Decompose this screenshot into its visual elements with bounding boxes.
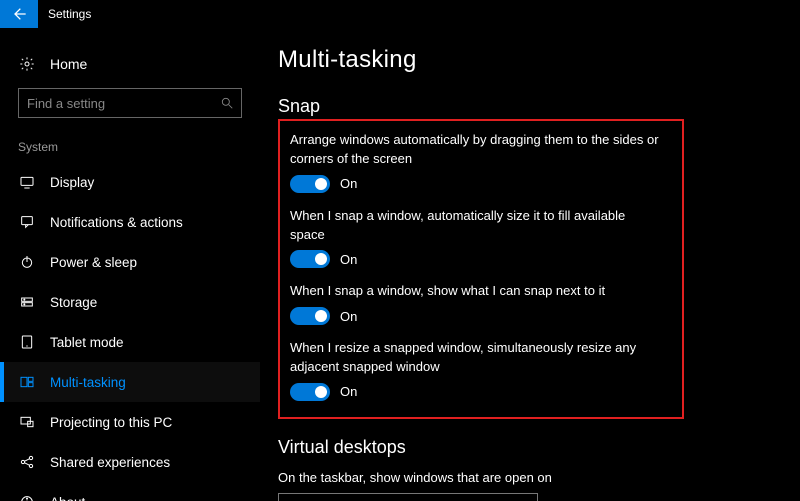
- sidebar-item-label: Power & sleep: [50, 255, 137, 270]
- snap-toggle-0[interactable]: [290, 175, 330, 193]
- sidebar-item-label: About: [50, 495, 85, 501]
- sidebar-item-multitasking[interactable]: Multi-tasking: [0, 362, 260, 402]
- multitasking-icon: [18, 374, 36, 390]
- sidebar-item-tablet[interactable]: Tablet mode: [0, 322, 260, 362]
- window-title: Settings: [38, 7, 91, 21]
- titlebar: Settings: [0, 0, 800, 28]
- toggle-knob: [315, 178, 327, 190]
- sidebar-item-label: Shared experiences: [50, 455, 170, 470]
- snap-option-1: When I snap a window, automatically size…: [290, 207, 668, 269]
- back-button[interactable]: [0, 0, 38, 28]
- snap-option-2: When I snap a window, show what I can sn…: [290, 282, 668, 325]
- virtual-desktops-taskbar-select[interactable]: Only the desktop I'm using: [278, 493, 538, 501]
- virtual-desktops-taskbar-label: On the taskbar, show windows that are op…: [278, 470, 770, 485]
- sidebar-group-label: System: [0, 132, 260, 162]
- snap-option-3: When I resize a snapped window, simultan…: [290, 339, 668, 401]
- nav-home[interactable]: Home: [0, 50, 260, 82]
- sidebar-item-label: Tablet mode: [50, 335, 124, 350]
- snap-toggle-2[interactable]: [290, 307, 330, 325]
- virtual-desktops-section: Virtual desktops On the taskbar, show wi…: [278, 437, 770, 501]
- sidebar-item-projecting[interactable]: Projecting to this PC: [0, 402, 260, 442]
- snap-option-label: When I snap a window, automatically size…: [290, 207, 660, 245]
- sidebar-item-power[interactable]: Power & sleep: [0, 242, 260, 282]
- sidebar-item-label: Projecting to this PC: [50, 415, 172, 430]
- tablet-icon: [18, 334, 36, 350]
- about-icon: [18, 494, 36, 501]
- search-container: [18, 88, 242, 118]
- sidebar-item-notifications[interactable]: Notifications & actions: [0, 202, 260, 242]
- snap-option-label: When I resize a snapped window, simultan…: [290, 339, 660, 377]
- toggle-knob: [315, 386, 327, 398]
- storage-icon: [18, 294, 36, 310]
- projecting-icon: [18, 414, 36, 430]
- gear-icon: [18, 56, 36, 72]
- toggle-knob: [315, 310, 327, 322]
- display-icon: [18, 174, 36, 190]
- virtual-desktops-title: Virtual desktops: [278, 437, 770, 458]
- sidebar-item-label: Display: [50, 175, 94, 190]
- power-icon: [18, 254, 36, 270]
- toggle-state-label: On: [340, 384, 357, 399]
- notifications-icon: [18, 214, 36, 230]
- nav-home-label: Home: [50, 56, 87, 72]
- snap-highlight-box: Arrange windows automatically by draggin…: [278, 119, 684, 419]
- sidebar-item-label: Notifications & actions: [50, 215, 183, 230]
- toggle-knob: [315, 253, 327, 265]
- snap-option-label: Arrange windows automatically by draggin…: [290, 131, 660, 169]
- sidebar-item-display[interactable]: Display: [0, 162, 260, 202]
- sidebar: Home System Display Notifications & acti…: [0, 28, 260, 501]
- toggle-state-label: On: [340, 252, 357, 267]
- sidebar-item-label: Multi-tasking: [50, 375, 126, 390]
- sidebar-item-shared[interactable]: Shared experiences: [0, 442, 260, 482]
- back-arrow-icon: [11, 6, 27, 22]
- search-icon: [220, 96, 234, 110]
- snap-toggle-1[interactable]: [290, 250, 330, 268]
- snap-toggle-3[interactable]: [290, 383, 330, 401]
- toggle-state-label: On: [340, 309, 357, 324]
- toggle-state-label: On: [340, 176, 357, 191]
- sidebar-item-storage[interactable]: Storage: [0, 282, 260, 322]
- snap-option-0: Arrange windows automatically by draggin…: [290, 131, 668, 193]
- snap-section-title: Snap: [278, 96, 770, 117]
- snap-option-label: When I snap a window, show what I can sn…: [290, 282, 660, 301]
- sidebar-item-about[interactable]: About: [0, 482, 260, 501]
- shared-icon: [18, 454, 36, 470]
- page-title: Multi-tasking: [278, 46, 770, 74]
- search-input[interactable]: [18, 88, 242, 118]
- content-area: Multi-tasking Snap Arrange windows autom…: [260, 28, 800, 501]
- sidebar-item-label: Storage: [50, 295, 97, 310]
